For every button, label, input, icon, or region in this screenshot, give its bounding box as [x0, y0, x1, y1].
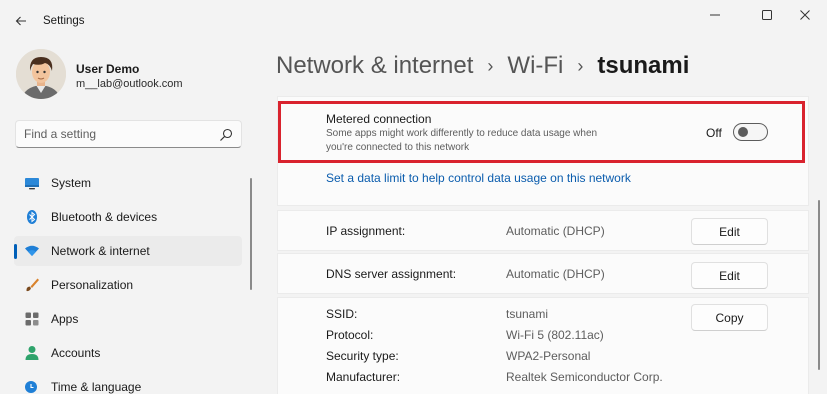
manufacturer-value: Realtek Semiconductor Corp.: [506, 370, 663, 384]
sidebar-item-system[interactable]: System: [14, 168, 242, 198]
dns-assignment-label: DNS server assignment:: [326, 267, 457, 281]
data-limit-link[interactable]: Set a data limit to help control data us…: [326, 171, 631, 185]
close-button[interactable]: [782, 5, 827, 25]
sidebar-item-network[interactable]: Network & internet: [14, 236, 242, 266]
dns-assignment-value: Automatic (DHCP): [506, 267, 605, 281]
system-icon: [25, 178, 39, 190]
ip-assignment-label: IP assignment:: [326, 224, 406, 238]
app-title: Settings: [43, 15, 85, 27]
sidebar-scrollbar[interactable]: [250, 178, 252, 290]
sidebar-item-label: Network & internet: [51, 244, 150, 258]
breadcrumb: Network & internet › Wi-Fi › tsunami: [276, 50, 689, 82]
security-type-label: Security type:: [326, 349, 399, 363]
search-input[interactable]: [24, 127, 214, 141]
breadcrumb-separator: ›: [487, 55, 494, 76]
sidebar-item-label: System: [51, 176, 92, 190]
user-name: User Demo: [76, 62, 140, 76]
sidebar-item-apps[interactable]: Apps: [14, 304, 242, 334]
protocol-label: Protocol:: [326, 328, 374, 342]
protocol-value: Wi-Fi 5 (802.11ac): [506, 328, 604, 342]
search-box[interactable]: [15, 120, 242, 148]
security-type-value: WPA2-Personal: [506, 349, 591, 363]
apps-icon: [25, 312, 39, 326]
breadcrumb-wifi[interactable]: Wi-Fi: [507, 52, 563, 80]
minimize-icon: [710, 14, 720, 16]
ip-assignment-card: IP assignment: Automatic (DHCP) Edit: [277, 210, 809, 251]
maximize-icon: [762, 10, 772, 20]
sidebar-item-bluetooth[interactable]: Bluetooth & devices: [14, 202, 242, 232]
breadcrumb-network[interactable]: Network & internet: [276, 52, 473, 80]
title-bar: Settings: [0, 0, 827, 40]
sidebar-item-label: Bluetooth & devices: [51, 210, 158, 224]
bluetooth-icon: [27, 210, 37, 224]
dns-assignment-card: DNS server assignment: Automatic (DHCP) …: [277, 253, 809, 294]
wifi-icon: [25, 245, 39, 256]
active-indicator: [14, 244, 17, 259]
minimize-button[interactable]: [692, 5, 738, 25]
ssid-value: tsunami: [506, 307, 549, 321]
network-properties-card: SSID: tsunami Protocol: Wi-Fi 5 (802.11a…: [277, 297, 809, 394]
main-scrollbar[interactable]: [818, 200, 820, 370]
highlight-box: [278, 101, 805, 163]
avatar-portrait-icon: [16, 49, 66, 99]
manufacturer-label: Manufacturer:: [326, 370, 401, 384]
clock-icon: [25, 381, 37, 393]
ip-edit-button[interactable]: Edit: [691, 218, 768, 245]
back-button[interactable]: [8, 8, 34, 34]
sidebar-item-personalization[interactable]: Personalization: [14, 270, 242, 300]
search-icon[interactable]: [219, 128, 233, 142]
breadcrumb-separator: ›: [577, 55, 584, 76]
sidebar-item-label: Personalization: [51, 278, 134, 292]
close-icon: [800, 10, 810, 20]
sidebar-item-accounts[interactable]: Accounts: [14, 338, 242, 368]
user-email: m__lab@outlook.com: [76, 78, 183, 90]
person-icon: [25, 346, 39, 360]
ip-assignment-value: Automatic (DHCP): [506, 224, 605, 238]
page-title: tsunami: [597, 52, 690, 79]
back-arrow-icon: [15, 16, 26, 26]
sidebar-item-label: Time & language: [51, 380, 142, 394]
copy-button[interactable]: Copy: [691, 304, 768, 331]
brush-icon: [26, 278, 39, 292]
ssid-label: SSID:: [326, 307, 358, 321]
dns-edit-button[interactable]: Edit: [691, 262, 768, 289]
avatar: [16, 49, 66, 99]
sidebar-item-time-language[interactable]: Time & language: [14, 372, 242, 394]
sidebar-item-label: Apps: [51, 312, 79, 326]
sidebar-item-label: Accounts: [51, 346, 101, 360]
